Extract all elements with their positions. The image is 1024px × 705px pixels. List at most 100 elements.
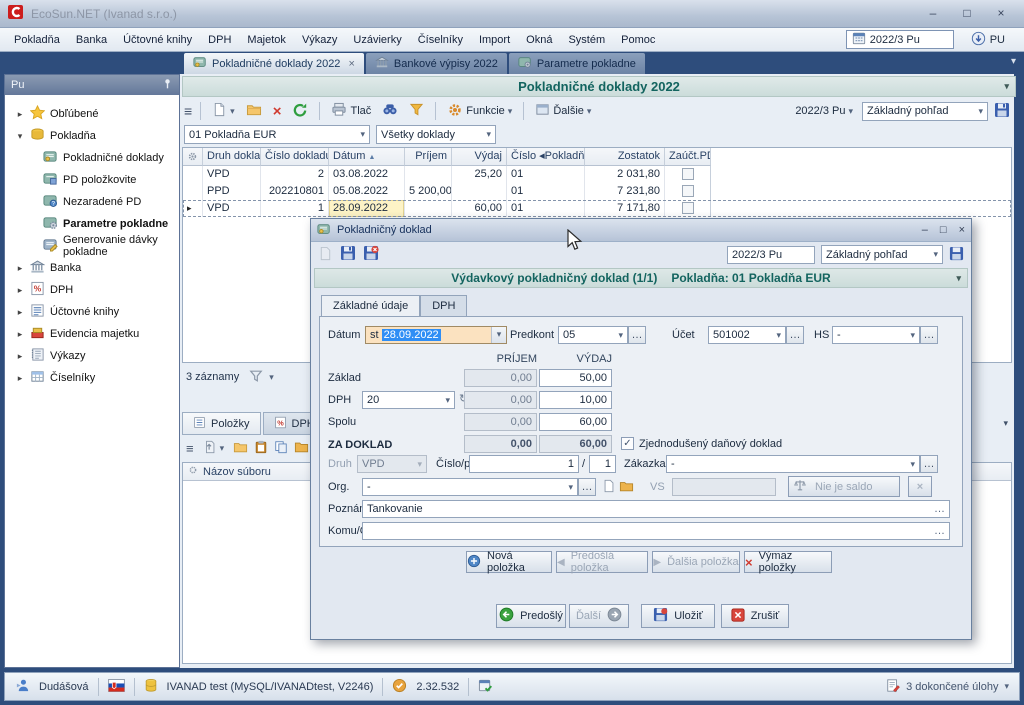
hamburger-icon[interactable]: ≡ <box>186 441 194 456</box>
period-input[interactable]: 2022/3 Pu <box>846 30 954 49</box>
dialog-titlebar[interactable]: Pokladničný doklad – □ × <box>311 219 971 242</box>
zaklad-vydaj-field[interactable]: 50,00 <box>539 369 612 387</box>
org-select[interactable]: - ▾ <box>362 478 578 496</box>
menu-okna[interactable]: Okná <box>518 31 560 49</box>
tab-polozky[interactable]: Položky <box>182 412 261 435</box>
sidebar-item-vykazy[interactable]: ▸ Výkazy <box>7 345 177 367</box>
maximize-button[interactable]: □ <box>952 5 982 23</box>
minimize-button[interactable]: – <box>918 5 948 23</box>
hs-lookup-button[interactable]: … <box>920 326 938 344</box>
search-button[interactable] <box>379 101 401 121</box>
attach-file-button[interactable]: ▾ <box>200 439 228 458</box>
predkont-select[interactable]: 05 ▾ <box>558 326 628 344</box>
poznamka-input[interactable]: Tankovanie … <box>362 500 950 518</box>
refresh-button[interactable] <box>289 101 311 122</box>
sidebar-item-generovanie-davky[interactable]: Generovanie dávky pokladne <box>7 235 177 257</box>
table-row[interactable]: VPD 2 03.08.2022 25,20 01 2 031,80 <box>183 166 1011 183</box>
tab-list-dropdown-icon[interactable]: ▾ <box>1011 56 1016 67</box>
column-header-zostatok[interactable]: Zostatok <box>585 148 665 166</box>
new-document-button[interactable]: ▾ <box>209 101 238 121</box>
grid-settings-cell[interactable] <box>183 148 203 166</box>
menu-uctovne-knihy[interactable]: Účtovné knihy <box>115 31 200 49</box>
column-header-zauct[interactable]: Zaúčt.PD <box>665 148 711 166</box>
grid-settings-cell[interactable] <box>183 465 203 478</box>
table-row-selected[interactable]: ▸ VPD 1 28.09.2022 60,00 01 7 171,80 <box>183 200 1011 217</box>
table-row[interactable]: PPD 202210801 05.08.2022 5 200,00 01 7 2… <box>183 183 1011 200</box>
checkbox-unchecked[interactable] <box>682 168 694 180</box>
datum-field[interactable]: st 28.09.2022 ▾ <box>365 326 507 344</box>
column-header-druh[interactable]: Druh dokladu <box>203 148 261 166</box>
simplified-doc-checkbox[interactable]: ✓ Zjednodušený daňový doklad <box>621 437 782 450</box>
previous-button[interactable]: Predošlý <box>496 604 566 628</box>
org-folder-icon[interactable] <box>619 479 634 496</box>
save-button[interactable]: Uložiť <box>641 604 715 628</box>
user-button[interactable]: PU <box>962 29 1014 51</box>
sidebar-item-banka[interactable]: ▸ Banka <box>7 257 177 279</box>
pin-icon[interactable] <box>162 78 173 92</box>
komu-od-input[interactable]: … <box>362 522 950 540</box>
menu-system[interactable]: Systém <box>560 31 613 49</box>
column-header-cislo[interactable]: Číslo dokladu <box>261 148 329 166</box>
org-lookup-button[interactable]: … <box>578 478 596 496</box>
new-org-icon[interactable] <box>602 479 616 496</box>
predkont-lookup-button[interactable]: … <box>628 326 646 344</box>
chevron-down-icon[interactable]: ▾ <box>1004 81 1009 92</box>
sidebar-item-ciselniky[interactable]: ▸ Číselníky <box>7 367 177 389</box>
chevron-down-icon[interactable]: ▾ <box>956 273 961 284</box>
cislo-input[interactable]: 1 <box>469 455 579 473</box>
tab-dph[interactable]: DPH <box>420 295 467 316</box>
menu-ciselniky[interactable]: Číselníky <box>410 31 471 49</box>
menu-dph[interactable]: DPH <box>200 31 239 49</box>
copy-icon[interactable] <box>274 440 288 457</box>
folder-icon[interactable] <box>294 440 309 457</box>
tab-bankove-vypisy[interactable]: Bankové výpisy 2022 <box>366 53 507 74</box>
tab-pokladnicne-doklady[interactable]: Pokladničné doklady 2022 × <box>184 53 364 74</box>
sidebar-item-pokladnicne-doklady[interactable]: Pokladničné doklady <box>7 147 177 169</box>
menu-pokladna[interactable]: Pokladňa <box>6 31 68 49</box>
menu-banka[interactable]: Banka <box>68 31 115 49</box>
sidebar-item-parametre-pokladne[interactable]: Parametre pokladne <box>7 213 177 235</box>
menu-pomoc[interactable]: Pomoc <box>613 31 663 49</box>
zakazka-lookup-button[interactable]: … <box>920 455 938 473</box>
sidebar-item-pd-polozkovite[interactable]: PD položkovite <box>7 169 177 191</box>
filter-dropdown[interactable]: ▾ <box>249 369 274 386</box>
completed-tasks-dropdown[interactable]: 3 dokončené úlohy ▾ <box>886 678 1009 696</box>
chevron-down-icon[interactable]: ▾ <box>1003 418 1008 429</box>
menu-vykazy[interactable]: Výkazy <box>294 31 345 49</box>
dph-rate-select[interactable]: 20 ▾ <box>362 391 455 409</box>
checkbox-unchecked[interactable] <box>682 202 694 214</box>
ellipsis-icon[interactable]: … <box>934 503 945 515</box>
ucet-select[interactable]: 501002 ▾ <box>708 326 786 344</box>
menu-uzavierky[interactable]: Uzávierky <box>345 31 409 49</box>
view-select[interactable]: Základný pohľad ▾ <box>862 102 988 121</box>
period-dropdown[interactable]: 2022/3 Pu ▾ <box>792 104 856 118</box>
sidebar-item-uctovne-knihy[interactable]: ▸ Účtovné knihy <box>7 301 177 323</box>
spolu-vydaj-field[interactable]: 60,00 <box>539 413 612 431</box>
more-button[interactable]: Ďalšie ▾ <box>532 101 594 121</box>
hs-select[interactable]: - ▾ <box>832 326 920 344</box>
sidebar-item-pokladna[interactable]: ▾ Pokladňa <box>7 125 177 147</box>
zakazka-select[interactable]: - ▾ <box>666 455 920 473</box>
delete-button[interactable]: × <box>270 102 285 121</box>
tab-close-icon[interactable]: × <box>348 58 354 70</box>
close-button[interactable]: × <box>986 5 1016 23</box>
clipboard-icon[interactable] <box>254 440 268 457</box>
column-header-pokladna[interactable]: Číslo ◂Pokladňa <box>507 148 585 166</box>
pol-input[interactable]: 1 <box>589 455 616 473</box>
dph-vydaj-field[interactable]: 10,00 <box>539 391 612 409</box>
tab-zakladne-udaje[interactable]: Základné údaje <box>321 295 420 316</box>
save-icon[interactable] <box>340 245 356 264</box>
tab-parametre-pokladne[interactable]: Parametre pokladne <box>509 53 645 74</box>
hamburger-icon[interactable]: ≡ <box>184 103 192 119</box>
sidebar-item-nezaradene-pd[interactable]: ? Nezaradené PD <box>7 191 177 213</box>
chevron-down-icon[interactable]: ▾ <box>491 327 506 343</box>
save-view-icon[interactable] <box>994 102 1010 121</box>
ucet-lookup-button[interactable]: … <box>786 326 804 344</box>
dialog-close-button[interactable]: × <box>959 224 965 236</box>
column-header-datum[interactable]: Dátum ▲ <box>329 148 405 166</box>
sidebar-item-dph[interactable]: ▸ % DPH <box>7 279 177 301</box>
cancel-button[interactable]: Zrušiť <box>721 604 789 628</box>
menu-majetok[interactable]: Majetok <box>239 31 294 49</box>
open-button[interactable] <box>243 101 265 121</box>
delete-item-button[interactable]: × Výmaz položky <box>744 551 832 573</box>
